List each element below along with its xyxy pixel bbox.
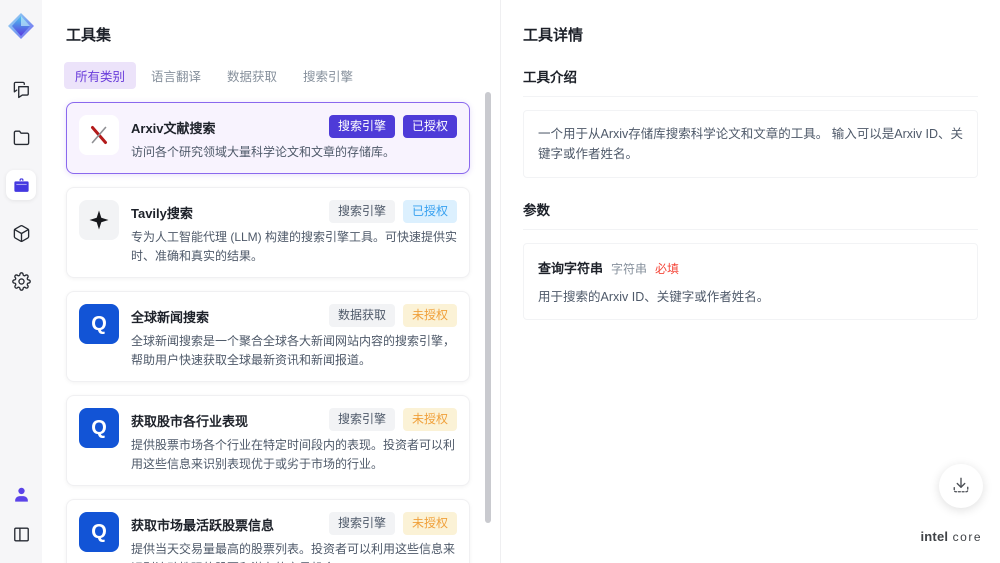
tool-list-panel: 工具集 所有类别 语言翻译 数据获取 搜索引擎 Arxiv文献搜索 搜索引擎 已授权 访问各… (42, 0, 500, 563)
sidebar-item-collapse-panel[interactable] (6, 519, 36, 549)
unauthorized-badge: 未授权 (402, 408, 457, 432)
param-name: 查询字符串 (538, 261, 604, 276)
category-badge: 数据获取 (328, 304, 395, 328)
toolbox-icon (12, 176, 31, 195)
unauthorized-badge: 未授权 (402, 304, 457, 328)
category-badge: 搜索引擎 (328, 512, 395, 536)
param-required-badge: 必填 (655, 262, 680, 276)
authorized-badge: 已授权 (402, 115, 457, 138)
category-badge: 搜索引擎 (328, 408, 395, 432)
tool-detail-panel: 工具详情 工具介绍 一个用于从Arxiv存储库搜索科学论文和文章的工具。 输入可… (500, 0, 1000, 563)
tool-card[interactable]: Q 全球新闻搜索 数据获取 未授权全球新闻搜索是一个聚合全球各大新闻网站内容的搜索引擎… (66, 291, 470, 383)
tool-card[interactable]: Q 获取股市各行业表现 搜索引擎 未授权提供股票市场各个行业在特定时间段内的表现。投资… (66, 395, 470, 487)
tab-category-1[interactable]: 语言翻译 (140, 62, 212, 89)
intro-text: 一个用于从Arxiv存储库搜索科学论文和文章的工具。 输入可以是Arxiv ID… (523, 110, 978, 178)
tool-card-list: Arxiv文献搜索 搜索引擎 已授权 访问各个研究领域大量科学论文和文章的存储库。 Ta… (66, 102, 470, 563)
tool-description: 访问各个研究领域大量科学论文和文章的存储库。 (131, 144, 396, 159)
category-badge: 搜索引擎 (328, 200, 395, 224)
folder-icon (12, 128, 31, 147)
unauthorized-badge: 未授权 (402, 512, 457, 536)
download-button[interactable] (939, 464, 983, 508)
tool-name: 全球新闻搜索 (131, 310, 210, 326)
tool-card[interactable]: Q 获取市场最活跃股票信息 搜索引擎 未授权提供当天交易量最高的股票列表。投资者可以利… (66, 499, 470, 563)
param-desc: 用于搜索的Arxiv ID、关键字或作者姓名。 (538, 290, 770, 304)
sidebar-item-toolbox[interactable] (6, 170, 36, 200)
tab-category-2[interactable]: 数据获取 (216, 62, 288, 89)
q-blue-icon: Q (79, 304, 119, 345)
sidebar-item-chat[interactable] (6, 74, 36, 104)
tool-description: 提供股票市场各个行业在特定时间段内的表现。投资者可以利用这些信息来识别表现优于或… (131, 438, 456, 471)
intro-heading: 工具介绍 (523, 66, 978, 97)
tool-name: 获取市场最活跃股票信息 (131, 518, 275, 534)
tool-description: 专为人工智能代理 (LLM) 构建的搜索引擎工具。可快速提供实时、准确和真实的结… (131, 230, 458, 263)
download-icon (952, 476, 970, 497)
left-sidebar (0, 0, 42, 563)
collapse-panel-icon (12, 525, 31, 544)
category-tabs: 所有类别 语言翻译 数据获取 搜索引擎 (64, 62, 500, 89)
settings-icon (11, 271, 31, 291)
arxiv-icon (79, 115, 119, 155)
sidebar-item-user[interactable] (6, 479, 36, 509)
category-badge: 搜索引擎 (328, 115, 395, 138)
tool-description: 全球新闻搜索是一个聚合全球各大新闻网站内容的搜索引擎，帮助用户快速获取全球最新资… (131, 334, 456, 367)
tab-all-categories[interactable]: 所有类别 (64, 62, 137, 89)
sidebar-nav (6, 74, 36, 296)
sidebar-item-folder[interactable] (6, 122, 36, 152)
tool-card[interactable]: Tavily搜索 搜索引擎 已授权专为人工智能代理 (LLM) 构建的搜索引擎工具。… (66, 187, 470, 279)
authorized-badge: 已授权 (402, 200, 457, 224)
sidebar-bottom-nav (6, 479, 36, 549)
tool-name: Tavily搜索 (131, 206, 193, 222)
intel-core-logo: intel core (920, 529, 982, 544)
param-card: 查询字符串 字符串 必填 用于搜索的Arxiv ID、关键字或作者姓名。 (523, 243, 978, 320)
tool-card[interactable]: Arxiv文献搜索 搜索引擎 已授权 访问各个研究领域大量科学论文和文章的存储库。 (66, 102, 470, 175)
chat-icon (12, 80, 31, 99)
q-blue-icon: Q (79, 512, 119, 553)
sidebar-item-settings[interactable] (6, 266, 36, 296)
page-title: 工具集 (66, 27, 112, 44)
tool-description: 提供当天交易量最高的股票列表。投资者可以利用这些信息来识别流动性强的股票和潜在的… (131, 542, 456, 563)
cube-icon (12, 224, 31, 243)
sidebar-item-cube[interactable] (6, 218, 36, 248)
params-heading: 参数 (523, 199, 978, 230)
tab-category-3[interactable]: 搜索引擎 (292, 62, 364, 89)
list-scrollbar[interactable] (485, 92, 491, 523)
tavily-icon (79, 200, 119, 241)
param-type: 字符串 (611, 262, 648, 276)
user-icon (12, 485, 31, 504)
tool-name: Arxiv文献搜索 (131, 121, 216, 136)
tool-name: 获取股市各行业表现 (131, 414, 249, 430)
app-logo-icon (7, 12, 35, 40)
detail-title: 工具详情 (523, 27, 584, 44)
q-blue-icon: Q (79, 408, 119, 449)
